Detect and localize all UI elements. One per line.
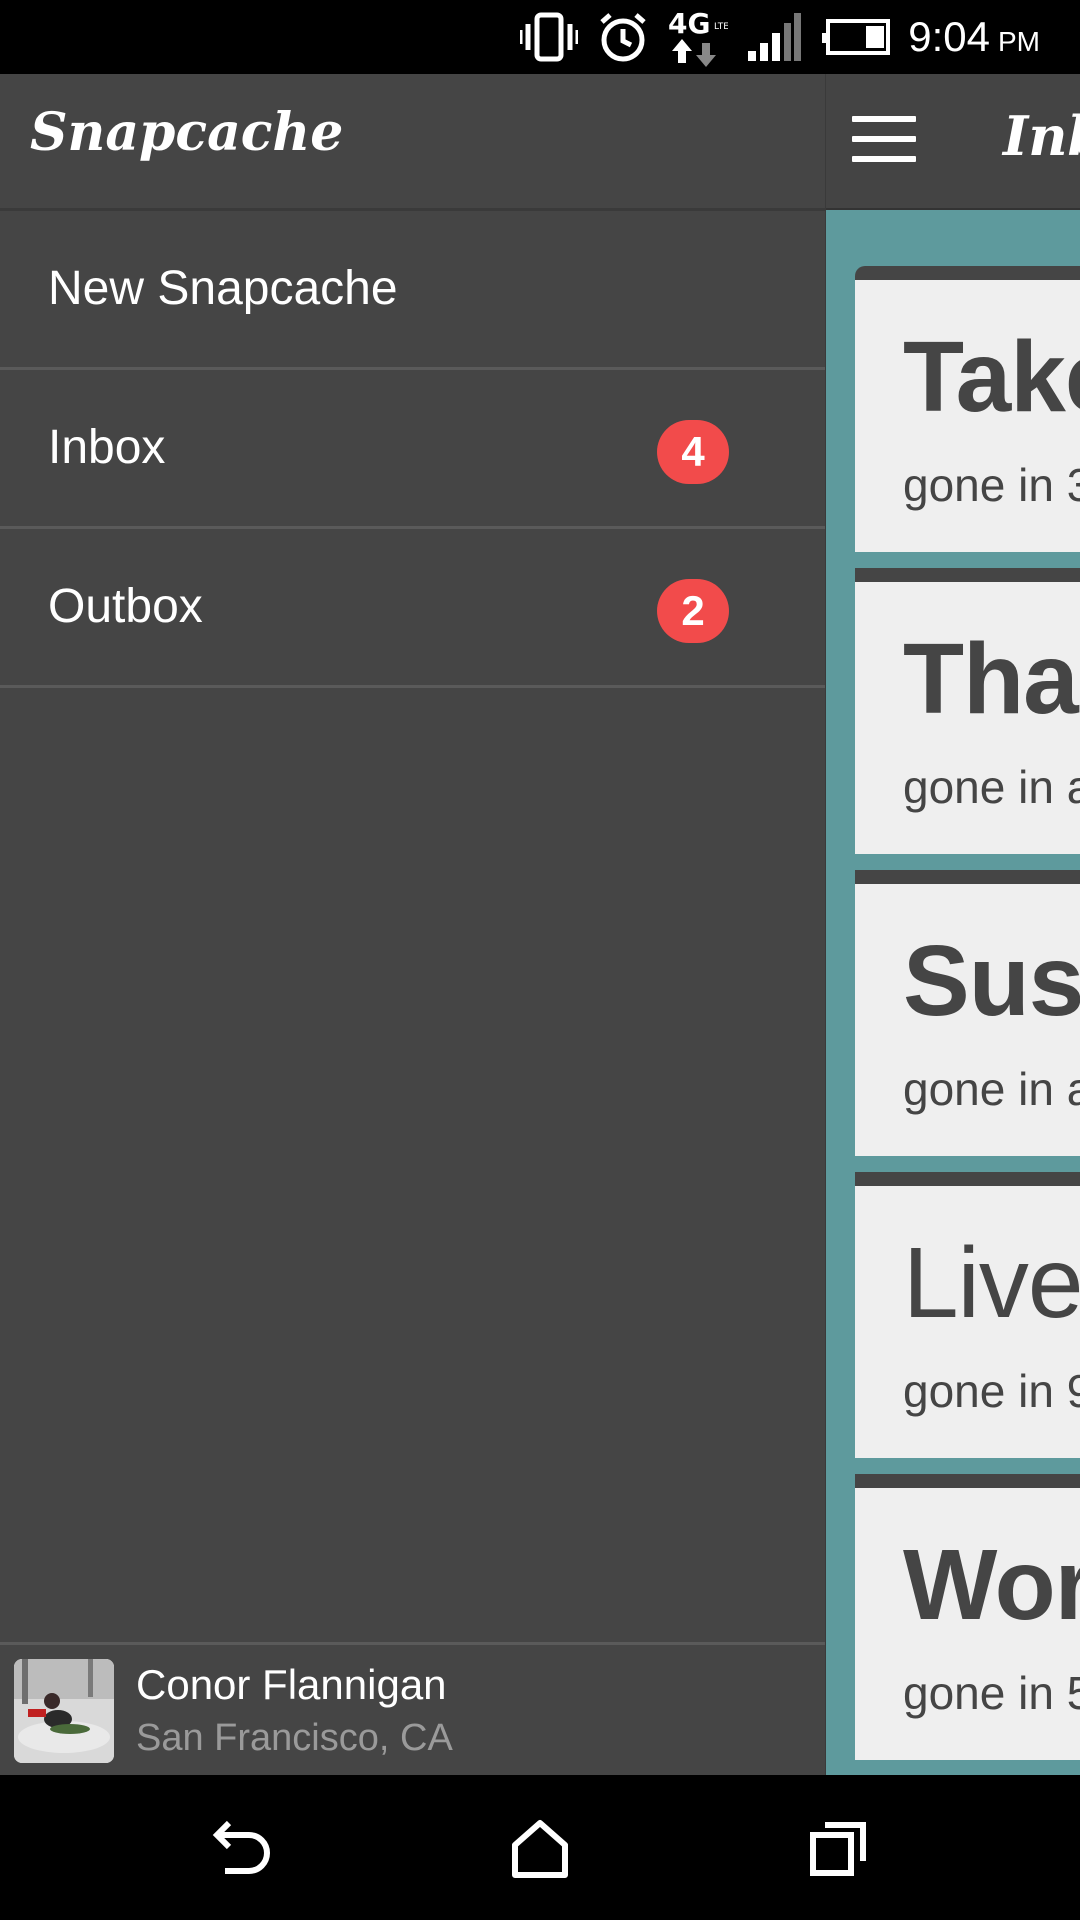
message-list: Take gone in 3 Tha gone in a Sush gone i… [855, 266, 1080, 1775]
clock-time: 9:04 [908, 13, 990, 60]
outbox-count-badge: 2 [657, 579, 729, 643]
card-subtitle: gone in 9 [903, 1365, 1080, 1417]
profile-name: Conor Flannigan [136, 1661, 447, 1708]
svg-text:4G: 4G [668, 7, 710, 40]
card-title: Wor [903, 1529, 1080, 1641]
drawer-item-new-snapcache[interactable]: New Snapcache [0, 211, 825, 370]
drawer-item-label: New Snapcache [48, 262, 398, 315]
drawer-item-label: Outbox [48, 580, 203, 633]
message-card[interactable]: Live gone in 9 [855, 1172, 1080, 1458]
avatar [14, 1659, 114, 1763]
menu-icon[interactable] [852, 116, 916, 166]
clock-ampm: PM [998, 26, 1040, 57]
drawer-item-inbox[interactable]: Inbox 4 [0, 370, 825, 529]
navigation-drawer: Snapcache New Snapcache Inbox 4 Outbox 2… [0, 74, 826, 1775]
user-profile[interactable]: Conor Flannigan San Francisco, CA [0, 1642, 825, 1775]
card-title: Take [903, 321, 1080, 433]
back-icon[interactable] [205, 1815, 275, 1881]
card-subtitle: gone in a [903, 761, 1080, 813]
battery-icon [820, 17, 891, 57]
card-subtitle: gone in a [903, 1063, 1080, 1115]
4g-lte-data-icon: 4G LTE [668, 7, 728, 67]
recent-apps-icon[interactable] [805, 1815, 875, 1881]
drawer-header: Snapcache [0, 74, 825, 211]
signal-icon [746, 13, 802, 61]
system-nav-bar [0, 1775, 1080, 1920]
svg-text:LTE: LTE [714, 22, 728, 32]
drawer-item-label: Inbox [48, 421, 166, 474]
vibrate-icon [520, 12, 579, 62]
inbox-count-badge: 4 [657, 420, 729, 484]
message-card[interactable]: Sush gone in a [855, 870, 1080, 1156]
message-card[interactable]: Tha gone in a [855, 568, 1080, 854]
home-icon[interactable] [505, 1815, 575, 1881]
message-card[interactable]: Wor gone in 5 [855, 1474, 1080, 1760]
status-bar: 4G LTE 9:04 PM [0, 0, 1080, 74]
profile-location: San Francisco, CA [136, 1717, 453, 1759]
app-title: Inb [1003, 104, 1080, 168]
card-subtitle: gone in 5 [903, 1667, 1080, 1719]
drawer-item-outbox[interactable]: Outbox 2 [0, 529, 825, 688]
message-card[interactable]: Take gone in 3 [855, 266, 1080, 552]
card-title: Live [903, 1227, 1080, 1339]
alarm-icon [596, 10, 650, 64]
card-subtitle: gone in 3 [903, 459, 1080, 511]
card-title: Tha [903, 623, 1079, 735]
card-title: Sush [903, 925, 1080, 1037]
app-logo: Snapcache [30, 102, 344, 163]
clock: 9:04 PM [908, 13, 1040, 61]
